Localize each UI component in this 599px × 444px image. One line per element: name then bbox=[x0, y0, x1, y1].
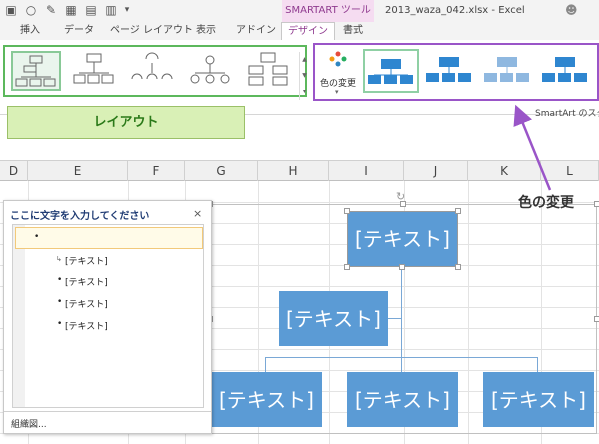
column-header[interactable]: I bbox=[329, 161, 404, 181]
layout-hierarchy[interactable] bbox=[245, 51, 295, 91]
chart-icon[interactable]: ▤ bbox=[84, 3, 98, 17]
text-pane-item[interactable]: [テキスト] bbox=[65, 319, 108, 332]
bullet-icon: • bbox=[34, 232, 40, 242]
customize-qat-icon[interactable]: ▾ bbox=[120, 3, 134, 17]
table-icon[interactable]: ▦ bbox=[64, 3, 78, 17]
column-header[interactable]: F bbox=[128, 161, 185, 181]
rotate-handle-icon[interactable]: ↻ bbox=[396, 190, 405, 203]
smartart-child-shape[interactable]: [テキスト] bbox=[347, 372, 458, 427]
connector-line bbox=[537, 357, 538, 372]
text-pane-title: ここに文字を入力してください bbox=[10, 211, 150, 222]
smartart-style-white-outline[interactable] bbox=[423, 49, 479, 93]
smartart-style-simple[interactable] bbox=[363, 49, 419, 93]
bullet-icon: • bbox=[57, 297, 63, 307]
text-pane-gutter bbox=[13, 225, 25, 407]
column-header[interactable]: J bbox=[404, 161, 468, 181]
tab-page-layout[interactable]: ページ レイアウト bbox=[110, 22, 193, 40]
title-bar: ▣ ○ ✎ ▦ ▤ ▥ ▾ SMARTART ツール 2013_waza_042… bbox=[0, 0, 599, 22]
shape-handle[interactable] bbox=[344, 264, 350, 270]
column-header[interactable]: H bbox=[258, 161, 329, 181]
bullet-icon: • bbox=[57, 319, 63, 329]
ribbon-tabs: 挿入 データ ページ レイアウト 表示 アドイン デザイン 書式 bbox=[0, 22, 599, 40]
account-icon[interactable]: ☻ bbox=[565, 3, 578, 17]
undo-icon[interactable]: ○ bbox=[24, 3, 38, 17]
styles-group: 色の変更 ▾ bbox=[313, 43, 599, 101]
connector-line bbox=[401, 267, 402, 357]
smartart-child-shape[interactable]: [テキスト] bbox=[483, 372, 594, 427]
smartart-style-moderate[interactable] bbox=[539, 49, 595, 93]
layout-annotation-label: レイアウト bbox=[7, 106, 245, 139]
smartart-text-pane: ここに文字を入力してください × • ↳ [テキスト] • [テキスト] • [… bbox=[3, 200, 212, 434]
tab-data[interactable]: データ bbox=[64, 22, 94, 40]
text-pane-footer: 組織図... bbox=[4, 411, 211, 433]
layout-org-chart[interactable] bbox=[11, 51, 61, 91]
layout-circle-picture-hierarchy[interactable] bbox=[187, 51, 237, 91]
brush-icon[interactable]: ✎ bbox=[44, 3, 58, 17]
column-header[interactable]: D bbox=[0, 161, 28, 181]
form-icon[interactable]: ▥ bbox=[104, 3, 118, 17]
assistant-arrow-icon: ↳ bbox=[56, 255, 62, 263]
column-header[interactable]: E bbox=[28, 161, 128, 181]
tab-addins[interactable]: アドイン bbox=[236, 22, 276, 40]
text-pane-item[interactable]: [テキスト] bbox=[65, 275, 108, 288]
layout-gallery: ▲ ▼ ▾ bbox=[3, 45, 309, 100]
layout-half-circle-org[interactable] bbox=[129, 51, 179, 91]
tab-format[interactable]: 書式 bbox=[343, 22, 363, 40]
text-pane-item[interactable]: [テキスト] bbox=[65, 254, 108, 267]
shape-handle[interactable] bbox=[455, 208, 461, 214]
connector-line bbox=[265, 357, 266, 372]
layout-name-title-org[interactable] bbox=[71, 51, 121, 91]
color-change-annotation-label: 色の変更 bbox=[518, 195, 574, 211]
smartart-style-subtle[interactable] bbox=[481, 49, 537, 93]
connector-line bbox=[401, 357, 402, 372]
resize-handle[interactable] bbox=[594, 201, 599, 207]
annotation-arrow-icon bbox=[513, 104, 552, 191]
smartart-top-shape[interactable]: [テキスト] bbox=[347, 211, 458, 267]
shape-handle[interactable] bbox=[399, 264, 405, 270]
org-chart-info-link[interactable]: 組織図... bbox=[11, 417, 47, 430]
layout-gallery-scroll[interactable]: ▲ ▼ ▾ bbox=[299, 52, 309, 100]
text-pane-item[interactable]: [テキスト] bbox=[65, 297, 108, 310]
smartart-assistant-shape[interactable]: [テキスト] bbox=[279, 291, 388, 346]
color-palette-icon bbox=[329, 51, 347, 67]
close-icon[interactable]: × bbox=[193, 207, 202, 220]
save-icon[interactable]: ▣ bbox=[4, 3, 18, 17]
smartart-tools-title: SMARTART ツール bbox=[282, 0, 374, 22]
tab-view[interactable]: 表示 bbox=[196, 22, 216, 40]
shape-handle[interactable] bbox=[455, 264, 461, 270]
document-title: 2013_waza_042.xlsx - Excel bbox=[385, 5, 525, 16]
smartart-child-shape[interactable]: [テキスト] bbox=[211, 372, 322, 427]
change-colors-button[interactable]: 色の変更 ▾ bbox=[317, 47, 359, 97]
column-header[interactable]: G bbox=[185, 161, 258, 181]
resize-handle[interactable] bbox=[594, 316, 599, 322]
shape-handle[interactable] bbox=[344, 208, 350, 214]
tab-design[interactable]: デザイン bbox=[281, 22, 335, 40]
tab-insert[interactable]: 挿入 bbox=[20, 22, 40, 40]
dropdown-arrow-icon: ▾ bbox=[335, 88, 339, 96]
connector-line bbox=[388, 318, 401, 319]
text-pane-active-row[interactable]: • bbox=[15, 227, 203, 249]
text-pane-editor[interactable]: • ↳ [テキスト] • [テキスト] • [テキスト] • [テキスト] bbox=[12, 224, 204, 408]
bullet-icon: • bbox=[57, 275, 63, 285]
